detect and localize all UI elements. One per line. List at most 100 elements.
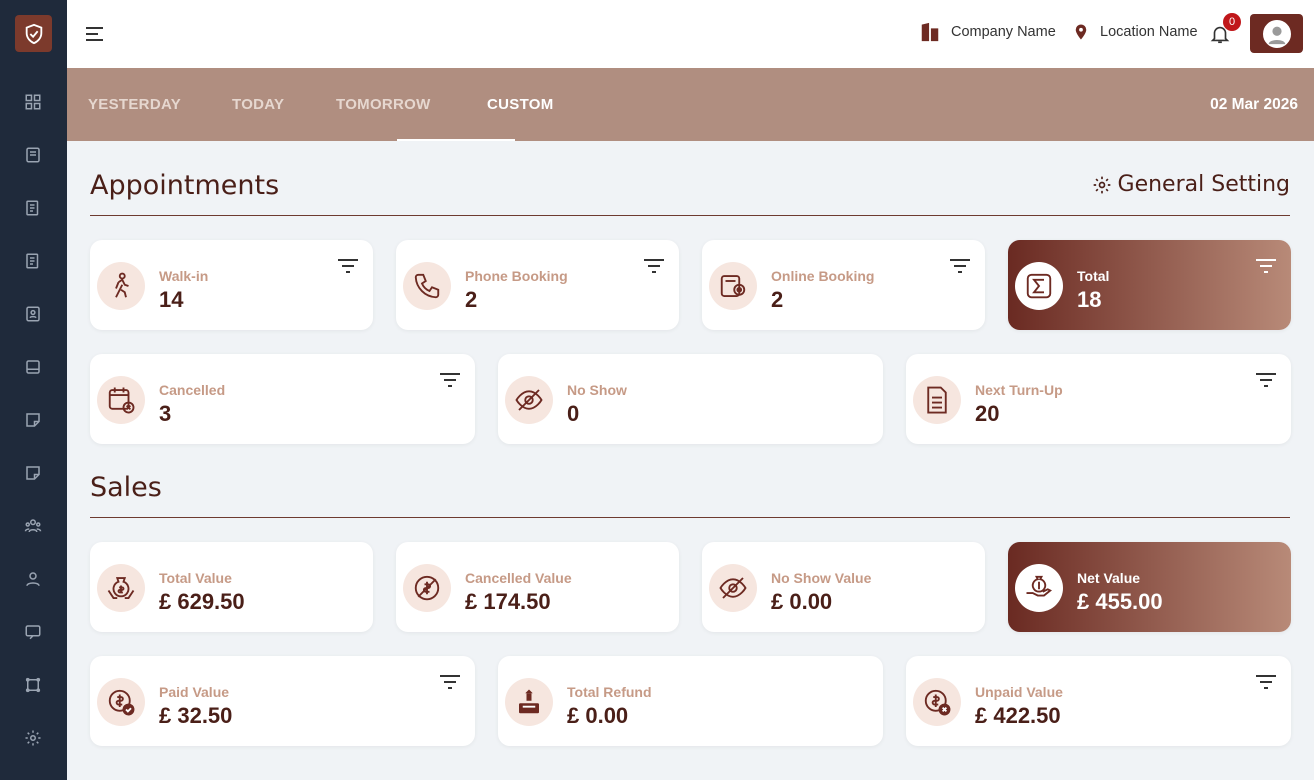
filter-icon[interactable] — [949, 257, 971, 275]
filter-icon[interactable] — [1255, 257, 1277, 275]
user-avatar-icon — [1268, 26, 1285, 44]
card-label: Walk-in — [159, 268, 209, 284]
team-icon[interactable] — [22, 515, 44, 537]
sidebar — [0, 0, 67, 780]
money-cancel-icon — [403, 564, 451, 612]
card-value: 0 — [567, 401, 580, 426]
layout-icon[interactable] — [22, 674, 44, 696]
unpaid-value-card[interactable]: Unpaid Value £ 422.50 — [906, 656, 1291, 746]
tab-custom[interactable]: CUSTOM — [487, 68, 554, 141]
notification-badge: 0 — [1223, 13, 1241, 31]
phone-icon — [403, 262, 451, 310]
card-label: No Show — [567, 382, 627, 398]
sticky-note-icon[interactable] — [22, 462, 44, 484]
invoice-icon[interactable] — [22, 250, 44, 272]
eye-off-icon — [505, 376, 553, 424]
menu-toggle-icon[interactable] — [85, 24, 105, 44]
card-value: 3 — [159, 401, 172, 426]
card-value: £ 0.00 — [771, 589, 833, 614]
phone-booking-card[interactable]: Phone Booking 2 — [396, 240, 679, 330]
dollar-check-icon — [97, 678, 145, 726]
card-value: 18 — [1077, 287, 1102, 312]
card-label: Next Turn-Up — [975, 382, 1063, 398]
tab-tomorrow[interactable]: TOMORROW — [336, 68, 431, 141]
building-icon — [921, 22, 939, 42]
total-value-card[interactable]: Total Value £ 629.50 — [90, 542, 373, 632]
contact-card-icon[interactable] — [22, 303, 44, 325]
card-value: £ 0.00 — [567, 703, 629, 728]
card-label: No Show Value — [771, 570, 872, 586]
location-selector[interactable]: Location Name — [1072, 20, 1198, 44]
filter-icon[interactable] — [439, 673, 461, 691]
filter-icon[interactable] — [1255, 371, 1277, 389]
refund-icon — [505, 678, 553, 726]
money-hands-icon — [97, 564, 145, 612]
top-bar: Company Name Location Name 0 — [67, 0, 1314, 68]
card-value: £ 422.50 — [975, 703, 1061, 728]
avatar — [1262, 19, 1291, 48]
no-show-value-card[interactable]: No Show Value £ 0.00 — [702, 542, 985, 632]
tab-yesterday[interactable]: YESTERDAY — [88, 68, 181, 141]
paid-value-card[interactable]: Paid Value £ 32.50 — [90, 656, 475, 746]
appointments-title: Appointments — [90, 170, 280, 201]
card-label: Online Booking — [771, 268, 875, 284]
date-filter-tabs: YESTERDAY TODAY TOMORROW CUSTOM 02 Mar 2… — [67, 68, 1314, 141]
note-icon[interactable] — [22, 409, 44, 431]
filter-icon[interactable] — [337, 257, 359, 275]
filter-icon[interactable] — [643, 257, 665, 275]
main-content: Appointments General Setting Walk-in 14 … — [79, 141, 1301, 769]
card-value: £ 32.50 — [159, 703, 233, 728]
card-label: Cancelled Value — [465, 570, 572, 586]
sales-title: Sales — [90, 472, 162, 503]
card-value: 14 — [159, 287, 184, 312]
next-turn-up-card[interactable]: Next Turn-Up 20 — [906, 354, 1291, 444]
card-value: £ 174.50 — [465, 589, 551, 614]
user-icon[interactable] — [22, 568, 44, 590]
card-value: £ 629.50 — [159, 589, 245, 614]
inbox-icon[interactable] — [22, 356, 44, 378]
company-selector[interactable]: Company Name — [919, 20, 1056, 44]
card-label: Paid Value — [159, 684, 230, 700]
cancelled-value-card[interactable]: Cancelled Value £ 174.50 — [396, 542, 679, 632]
sigma-icon — [1015, 262, 1063, 310]
card-value: 2 — [465, 287, 478, 312]
card-label: Unpaid Value — [975, 684, 1063, 700]
online-booking-icon — [709, 262, 757, 310]
dashboard-icon[interactable] — [22, 91, 44, 113]
document-icon — [913, 376, 961, 424]
chat-icon[interactable] — [22, 621, 44, 643]
eye-off-icon — [709, 564, 757, 612]
walk-in-card[interactable]: Walk-in 14 — [90, 240, 373, 330]
report-icon[interactable] — [22, 197, 44, 219]
settings-icon[interactable] — [22, 727, 44, 749]
no-show-card[interactable]: No Show 0 — [498, 354, 883, 444]
walking-person-icon — [97, 262, 145, 310]
tab-today[interactable]: TODAY — [232, 68, 284, 141]
selected-date: 02 Mar 2026 — [1210, 95, 1298, 113]
filter-icon[interactable] — [439, 371, 461, 389]
card-label: Net Value — [1077, 570, 1141, 586]
net-value-card[interactable]: Net Value £ 455.00 — [1008, 542, 1291, 632]
filter-icon[interactable] — [1255, 673, 1277, 691]
card-label: Total — [1077, 268, 1110, 284]
cancelled-card[interactable]: Cancelled 3 — [90, 354, 475, 444]
card-value: 2 — [771, 287, 784, 312]
card-label: Total Value — [159, 570, 232, 586]
gear-icon — [1093, 176, 1110, 193]
location-pin-icon — [1075, 24, 1087, 40]
card-label: Phone Booking — [465, 268, 568, 284]
app-logo[interactable] — [15, 15, 52, 52]
general-setting-button[interactable]: General Setting — [1092, 172, 1290, 197]
sales-divider — [90, 517, 1290, 518]
money-bag-hand-icon — [1015, 564, 1063, 612]
card-label: Total Refund — [567, 684, 652, 700]
calendar-cancel-icon — [97, 376, 145, 424]
total-refund-card[interactable]: Total Refund £ 0.00 — [498, 656, 883, 746]
shield-check-icon — [25, 23, 42, 44]
card-value: £ 455.00 — [1077, 589, 1163, 614]
total-card[interactable]: Total 18 — [1008, 240, 1291, 330]
book-icon[interactable] — [22, 144, 44, 166]
online-booking-card[interactable]: Online Booking 2 — [702, 240, 985, 330]
company-name: Company Name — [951, 24, 1056, 40]
profile-button[interactable] — [1250, 14, 1303, 53]
